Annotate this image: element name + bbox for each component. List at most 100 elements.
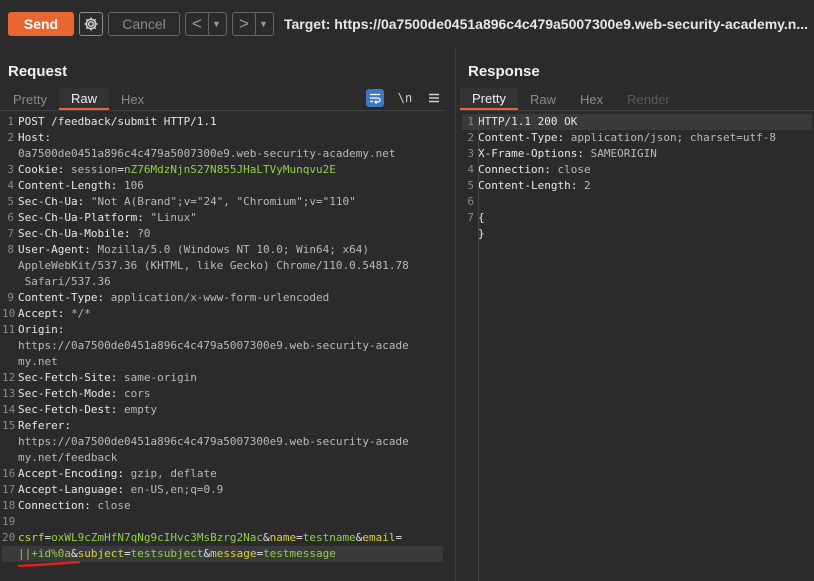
line-number: 17 <box>2 483 16 496</box>
line-text: my.net/feedback <box>18 450 117 466</box>
code-line: 19 <box>2 514 443 530</box>
line-text: Safari/537.36 <box>18 274 111 290</box>
code-line: 5 Content-Length: 2 <box>462 178 812 194</box>
code-token: my.net <box>18 355 58 368</box>
code-token: Sec-Ch-Ua-Mobile: <box>18 227 138 240</box>
code-line: 12 Sec-Fetch-Site: same-origin <box>2 370 443 386</box>
line-number: 13 <box>2 387 16 400</box>
code-token: AppleWebKit/537.36 (KHTML, like Gecko) C… <box>18 259 409 272</box>
code-token: = <box>395 531 403 544</box>
code-token: ?0 <box>137 227 151 240</box>
code-line: } <box>462 226 812 242</box>
panel-splitter[interactable] <box>455 48 456 581</box>
code-line: 14 Sec-Fetch-Dest: empty <box>2 402 443 418</box>
code-token: SAMEORIGIN <box>590 147 657 160</box>
request-tab-hex[interactable]: Hex <box>109 88 156 110</box>
line-text: POST /feedback/submit HTTP/1.1 <box>18 114 217 130</box>
code-token: HTTP/1.1 200 OK <box>478 115 578 128</box>
line-text: ||+id%0a&subject=testsubject&message=tes… <box>18 546 336 562</box>
line-text: HTTP/1.1 200 OK <box>478 114 577 130</box>
code-line: Safari/537.36 <box>2 274 443 290</box>
line-number: 19 <box>2 515 16 528</box>
code-line: 13 Sec-Fetch-Mode: cors <box>2 386 443 402</box>
line-text: Content-Type: application/json; charset=… <box>478 130 776 146</box>
code-token: Sec-Ch-Ua-Platform: <box>18 211 151 224</box>
code-token: 2 <box>583 179 591 192</box>
response-viewer[interactable]: 1 HTTP/1.1 200 OK 2 Content-Type: applicati… <box>462 114 812 242</box>
code-line: 0a7500de0451a896c4c479a5007300e9.web-sec… <box>2 146 443 162</box>
code-token: & <box>70 547 78 560</box>
code-line: 4 Connection: close <box>462 162 812 178</box>
code-token: Accept-Language: <box>18 483 131 496</box>
code-token: my.net/feedback <box>18 451 118 464</box>
code-line: 6 <box>462 194 812 210</box>
code-token: Connection: <box>18 499 98 512</box>
code-line: 2 Host: <box>2 130 443 146</box>
code-line: my.net/feedback <box>2 450 443 466</box>
line-number: 8 <box>7 243 14 256</box>
line-number: 1 <box>467 115 474 128</box>
code-line: 7 Sec-Ch-Ua-Mobile: ?0 <box>2 226 443 242</box>
code-token: Cookie: <box>18 163 71 176</box>
line-number: 11 <box>2 323 16 336</box>
response-title: Response <box>468 63 540 80</box>
request-tab-pretty[interactable]: Pretty <box>1 88 59 110</box>
newline-icon[interactable]: \n <box>396 89 414 107</box>
line-text: Sec-Ch-Ua-Mobile: ?0 <box>18 226 150 242</box>
code-line: 7{ <box>462 210 812 226</box>
cancel-button[interactable]: Cancel <box>108 12 180 36</box>
response-tab-pretty[interactable]: Pretty <box>460 88 518 110</box>
line-text: Accept-Encoding: gzip, deflate <box>18 466 217 482</box>
code-line: 1 HTTP/1.1 200 OK <box>462 114 812 130</box>
line-number: 1 <box>7 115 14 128</box>
code-token: cors <box>123 387 151 400</box>
line-number: 5 <box>467 179 474 192</box>
code-line: 11 Origin: <box>2 322 443 338</box>
toolbar: Send Cancel < ▼ > ▼ Target: https://0a75… <box>0 0 814 48</box>
forward-dropdown-icon[interactable]: ▼ <box>255 13 271 35</box>
code-token: csrf <box>18 531 45 544</box>
code-token: & <box>263 531 270 544</box>
code-token: = <box>117 163 124 176</box>
line-text: Sec-Fetch-Dest: empty <box>18 402 157 418</box>
code-token: X-Frame-Options: <box>478 147 591 160</box>
request-tab-raw[interactable]: Raw <box>58 88 109 110</box>
code-line: my.net <box>2 354 443 370</box>
menu-icon[interactable] <box>425 89 443 107</box>
settings-gear-icon[interactable] <box>79 12 103 36</box>
forward-arrow-icon[interactable]: > <box>233 13 255 35</box>
line-number: 3 <box>467 147 474 160</box>
line-text: Origin: <box>18 322 64 338</box>
line-number <box>2 450 18 466</box>
line-text: Accept-Language: en-US,en;q=0.9 <box>18 482 223 498</box>
back-dropdown-icon[interactable]: ▼ <box>208 13 224 35</box>
target-url[interactable]: Target: https://0a7500de0451a896c4c479a5… <box>284 16 814 32</box>
send-button[interactable]: Send <box>8 12 74 36</box>
word-wrap-icon[interactable] <box>366 89 384 107</box>
code-line: 17 Accept-Language: en-US,en;q=0.9 <box>2 482 443 498</box>
code-token: close <box>557 163 591 176</box>
code-token: https://0a7500de0451a896c4c479a5007300e9… <box>18 435 409 448</box>
code-line: 6 Sec-Ch-Ua-Platform: "Linux" <box>2 210 443 226</box>
code-token: 106 <box>123 179 144 192</box>
line-number: 7 <box>467 211 474 224</box>
line-text: Referer: <box>18 418 71 434</box>
line-text: AppleWebKit/537.36 (KHTML, like Gecko) C… <box>18 258 409 274</box>
code-token: Content-Length: <box>478 179 584 192</box>
line-text: X-Frame-Options: SAMEORIGIN <box>478 146 657 162</box>
response-tab-raw[interactable]: Raw <box>518 88 568 110</box>
line-text: Sec-Fetch-Site: same-origin <box>18 370 197 386</box>
line-number: 4 <box>7 179 14 192</box>
code-line: 20 csrf = oxWL9cZmHfN7qNg9cIHvc3MsBzrg2Nac&… <box>2 530 443 546</box>
line-number: 12 <box>2 371 16 384</box>
response-tab-hex[interactable]: Hex <box>568 88 615 110</box>
code-token: Origin: <box>18 323 65 336</box>
request-editor[interactable]: 1 POST /feedback/submit HTTP/1.1 2 Host: 0a7… <box>2 114 443 562</box>
code-token: name <box>269 531 297 544</box>
line-text: my.net <box>18 354 58 370</box>
back-arrow-icon[interactable]: < <box>186 13 208 35</box>
response-gutter-line <box>478 112 479 581</box>
code-line: https://0a7500de0451a896c4c479a5007300e9… <box>2 434 443 450</box>
code-line: 4 Content-Length: 106 <box>2 178 443 194</box>
line-text: User-Agent: Mozilla/5.0 (Windows NT 10.0… <box>18 242 369 258</box>
